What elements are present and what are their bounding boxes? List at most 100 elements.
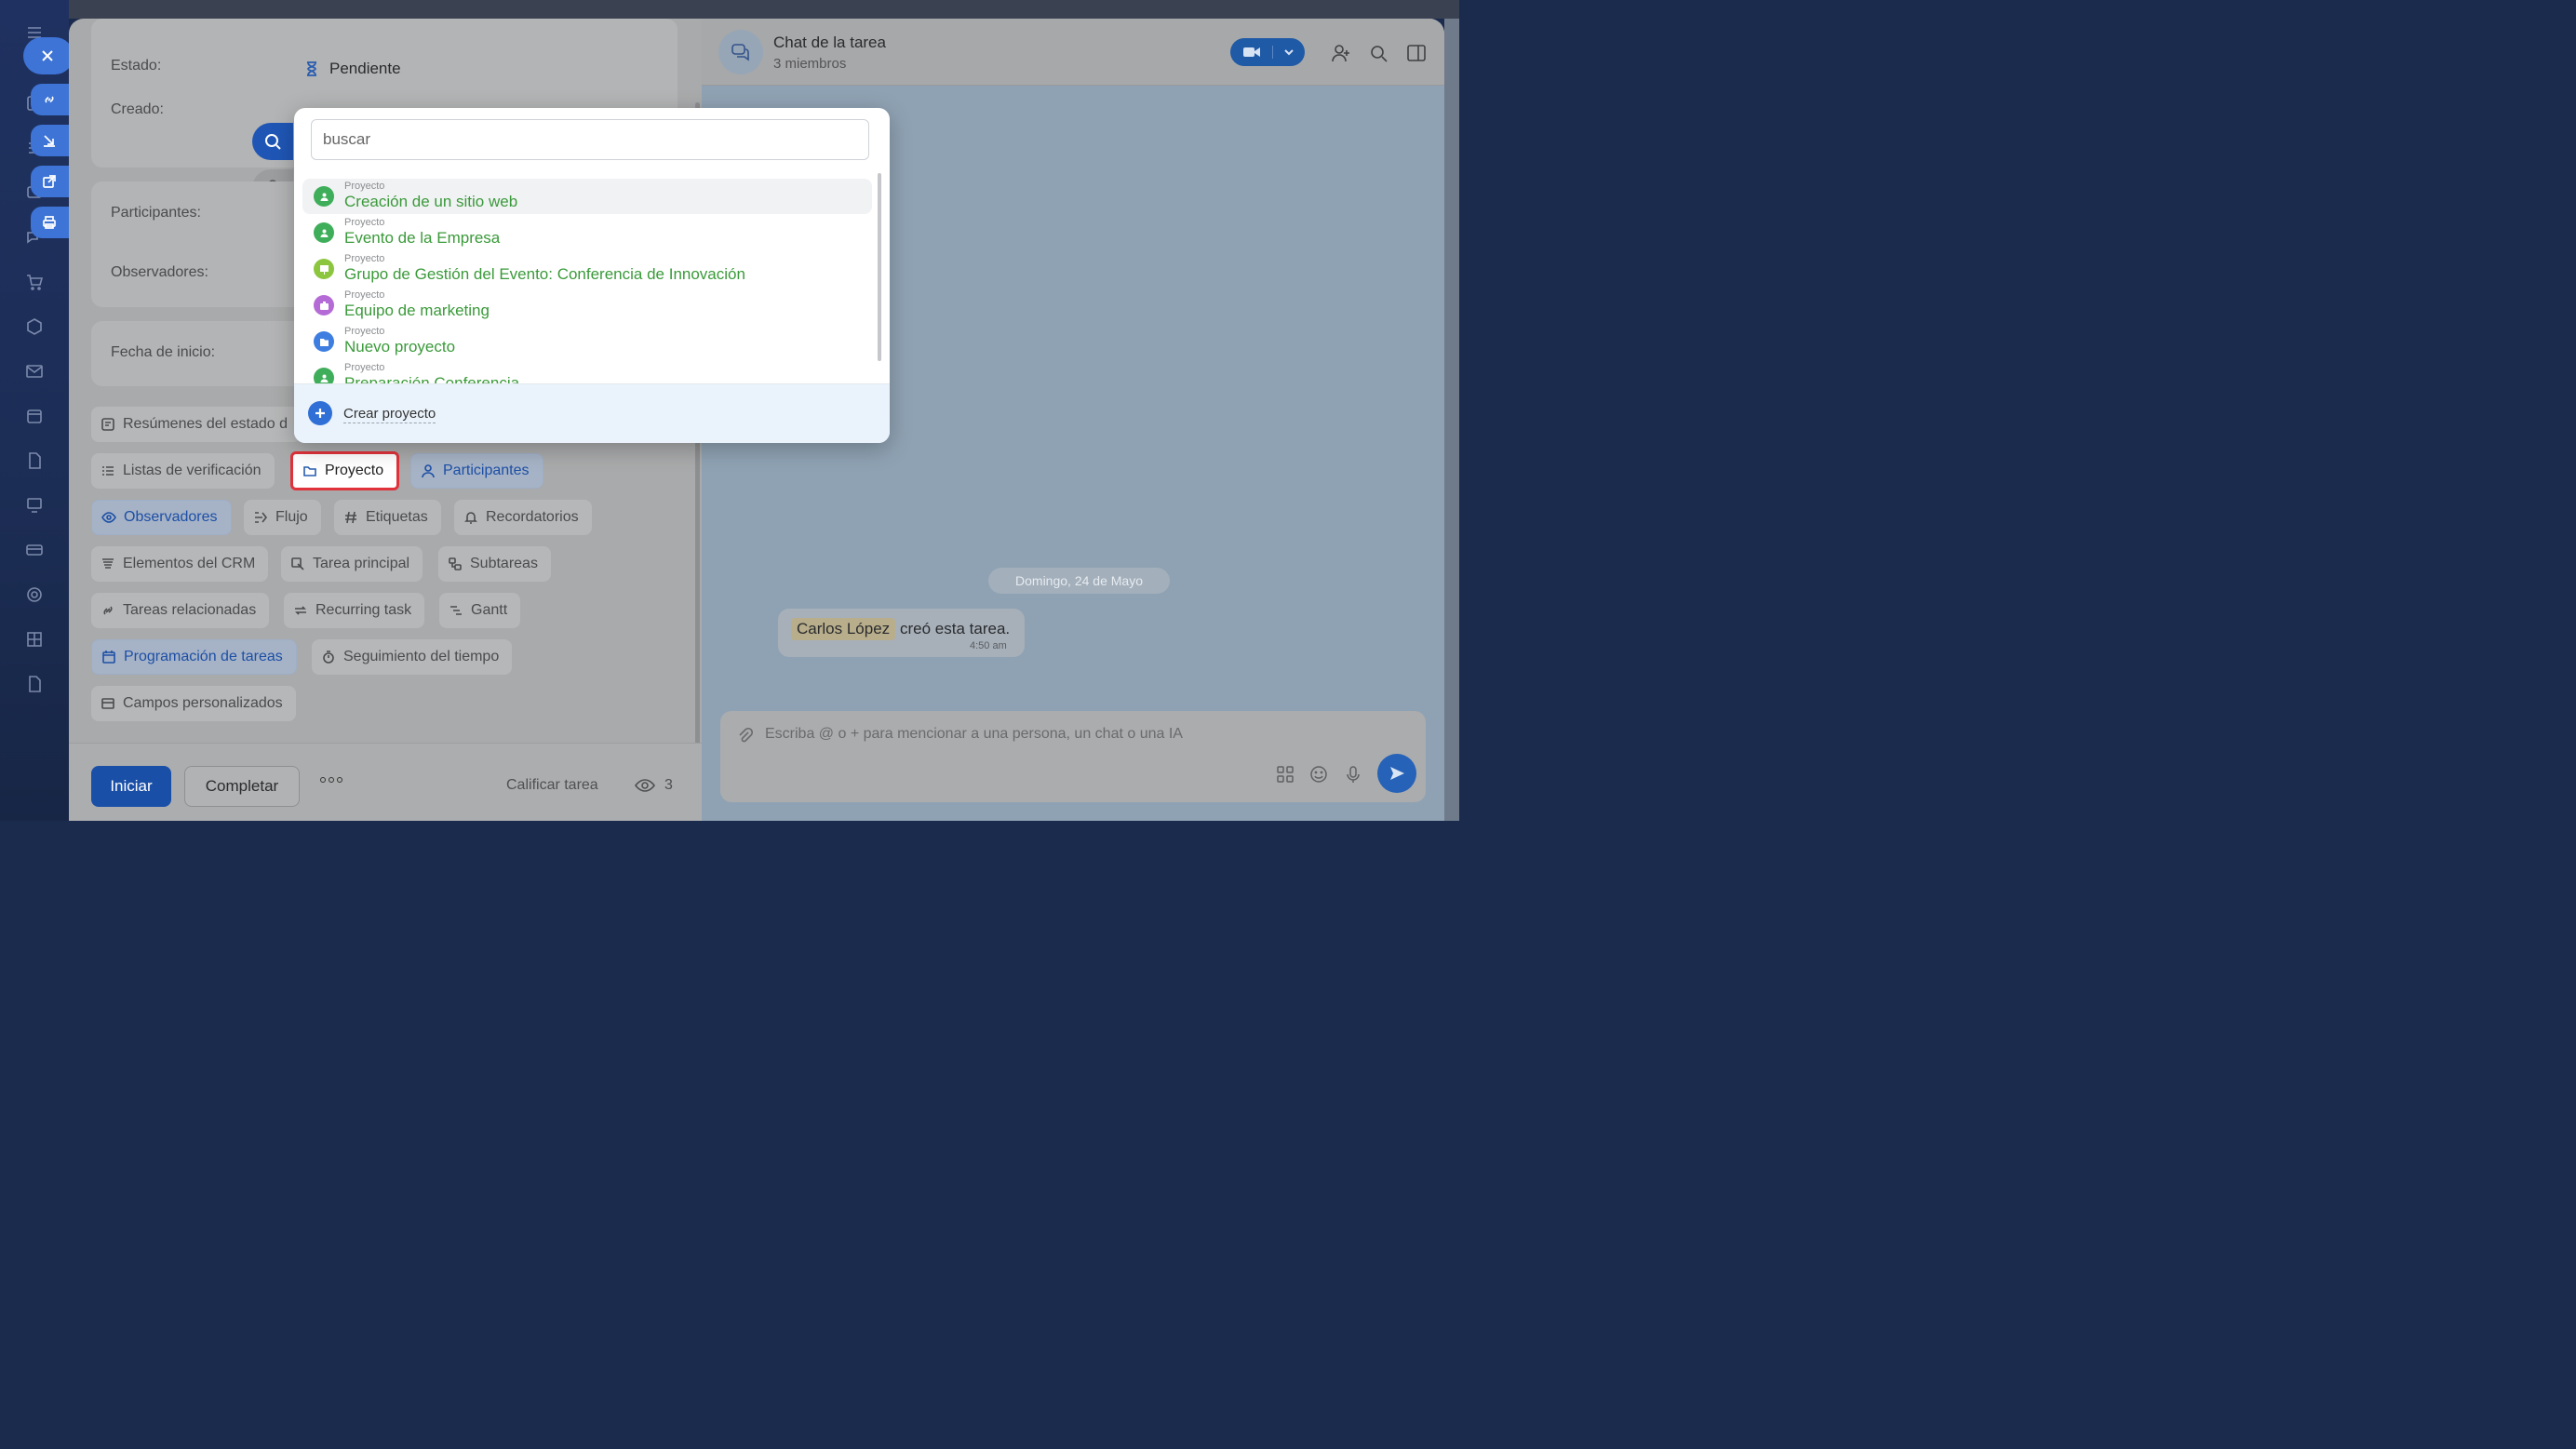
top-strip bbox=[69, 0, 1459, 19]
chat-bubbles-icon bbox=[731, 44, 749, 61]
chip-gantt[interactable]: Gantt bbox=[439, 593, 521, 628]
project-item[interactable]: Proyecto Evento de la Empresa bbox=[302, 215, 872, 250]
chip-observers[interactable]: Observadores bbox=[91, 500, 232, 535]
eye-icon bbox=[101, 512, 116, 523]
project-item[interactable]: Proyecto Equipo de marketing bbox=[302, 288, 872, 323]
project-item[interactable]: Proyecto Nuevo proyecto bbox=[302, 324, 872, 359]
paperclip-icon[interactable] bbox=[737, 727, 754, 749]
close-button[interactable] bbox=[23, 37, 74, 74]
status-text: Pendiente bbox=[329, 60, 401, 77]
window-edge bbox=[1444, 19, 1459, 821]
sidebar-toggle-icon[interactable] bbox=[1406, 43, 1427, 63]
document-icon[interactable] bbox=[22, 449, 47, 473]
chip-task-scheduling[interactable]: Programación de tareas bbox=[91, 639, 297, 675]
status-value[interactable]: Pendiente bbox=[303, 60, 401, 78]
print-button[interactable] bbox=[31, 207, 72, 238]
more-options-icon[interactable] bbox=[320, 777, 342, 783]
chip-tags[interactable]: Etiquetas bbox=[334, 500, 441, 535]
project-list-scrollbar[interactable] bbox=[878, 173, 881, 361]
complete-button[interactable]: Completar bbox=[184, 766, 300, 807]
plus-icon[interactable] bbox=[308, 401, 332, 425]
project-list: Proyecto Creación de un sitio web Proyec… bbox=[294, 179, 890, 383]
bell-icon bbox=[464, 512, 477, 524]
search-icon bbox=[265, 134, 281, 150]
search-button[interactable] bbox=[252, 123, 293, 160]
add-user-icon[interactable] bbox=[1331, 43, 1351, 63]
start-date-label: Fecha de inicio: bbox=[111, 344, 216, 360]
chip-participants[interactable]: Participantes bbox=[410, 453, 543, 489]
chip-checklists[interactable]: Listas de verificación bbox=[91, 453, 275, 489]
board-icon[interactable] bbox=[22, 493, 47, 517]
created-label: Creado: bbox=[111, 101, 164, 117]
project-item[interactable]: Proyecto Creación de un sitio web bbox=[302, 179, 872, 214]
chip-subtasks[interactable]: Subtareas bbox=[438, 546, 551, 582]
composer-input[interactable]: Escriba @ o + para mencionar a una perso… bbox=[765, 726, 1183, 743]
chip-status-summaries[interactable]: Resúmenes del estado d bbox=[91, 407, 301, 442]
hourglass-icon bbox=[307, 61, 316, 76]
app-rail bbox=[0, 0, 74, 821]
views-counter[interactable]: 3 bbox=[635, 775, 673, 796]
download-button[interactable] bbox=[31, 125, 72, 156]
emoji-icon[interactable] bbox=[1309, 765, 1328, 784]
microphone-icon[interactable] bbox=[1344, 765, 1362, 784]
grid-icon[interactable] bbox=[22, 627, 47, 651]
observers-label: Observadores: bbox=[111, 264, 208, 280]
card-icon[interactable] bbox=[22, 538, 47, 562]
chip-time-tracking[interactable]: Seguimiento del tiempo bbox=[312, 639, 513, 675]
crm-icon bbox=[102, 558, 114, 569]
chip-recurring-task[interactable]: Recurring task bbox=[284, 593, 425, 628]
apps-grid-icon[interactable] bbox=[1276, 765, 1295, 784]
presentation-icon bbox=[314, 259, 334, 279]
chat-header: Chat de la tarea 3 miembros bbox=[702, 19, 1444, 86]
hexagon-icon[interactable] bbox=[22, 315, 47, 339]
briefcase-icon bbox=[314, 295, 334, 315]
parent-task-icon bbox=[291, 557, 304, 570]
open-new-window-button[interactable] bbox=[31, 166, 72, 197]
chip-custom-fields[interactable]: Campos personalizados bbox=[91, 686, 296, 721]
chip-reminders[interactable]: Recordatorios bbox=[454, 500, 592, 535]
chip-crm-items[interactable]: Elementos del CRM bbox=[91, 546, 269, 582]
chip-related-tasks[interactable]: Tareas relacionadas bbox=[91, 593, 270, 628]
create-project-link[interactable]: Crear proyecto bbox=[343, 406, 436, 423]
search-icon[interactable] bbox=[1368, 43, 1389, 63]
send-button[interactable] bbox=[1377, 754, 1416, 793]
stopwatch-icon bbox=[323, 651, 334, 664]
date-separator: Domingo, 24 de Mayo bbox=[988, 568, 1170, 594]
target-icon[interactable] bbox=[22, 583, 47, 607]
chip-project[interactable]: Proyecto bbox=[290, 451, 400, 490]
copy-link-button[interactable] bbox=[31, 84, 72, 115]
project-item[interactable]: Proyecto Grupo de Gestión del Evento: Co… bbox=[302, 251, 872, 287]
file-icon[interactable] bbox=[22, 672, 47, 696]
message-time: 4:50 am bbox=[970, 640, 1007, 651]
printer-icon bbox=[43, 216, 56, 229]
chip-parent-task[interactable]: Tarea principal bbox=[281, 546, 423, 582]
external-link-icon bbox=[43, 175, 56, 188]
close-icon bbox=[42, 50, 53, 61]
popup-footer: Crear proyecto bbox=[294, 383, 890, 443]
calendar-clock-icon bbox=[102, 651, 115, 664]
gantt-icon bbox=[450, 606, 462, 615]
video-call-button[interactable] bbox=[1230, 38, 1305, 66]
message-composer[interactable]: Escriba @ o + para mencionar a una perso… bbox=[720, 711, 1426, 802]
calendar-icon[interactable] bbox=[22, 404, 47, 428]
cart-icon[interactable] bbox=[22, 270, 47, 294]
download-icon bbox=[44, 135, 55, 147]
person-icon bbox=[422, 464, 435, 478]
start-button[interactable]: Iniciar bbox=[91, 766, 171, 807]
repeat-icon bbox=[295, 606, 306, 615]
fields-icon bbox=[101, 698, 114, 709]
chat-avatar bbox=[718, 30, 763, 74]
task-action-bar: Iniciar Completar Calificar tarea 3 bbox=[69, 743, 702, 821]
status-label: Estado: bbox=[111, 58, 162, 74]
rate-task-link[interactable]: Calificar tarea bbox=[506, 777, 598, 794]
chat-members[interactable]: 3 miembros bbox=[773, 56, 846, 72]
system-message: Carlos López creó esta tarea. 4:50 am bbox=[778, 609, 1025, 657]
project-search-input[interactable] bbox=[311, 119, 869, 160]
link-icon bbox=[103, 606, 113, 615]
project-selector-popup: Proyecto Creación de un sitio web Proyec… bbox=[294, 108, 890, 443]
chip-flow[interactable]: Flujo bbox=[244, 500, 321, 535]
summary-icon bbox=[101, 418, 114, 431]
message-user[interactable]: Carlos López bbox=[791, 618, 896, 640]
project-item[interactable]: Proyecto Preparación Conferencia bbox=[302, 360, 872, 383]
mail-icon[interactable] bbox=[22, 359, 47, 383]
